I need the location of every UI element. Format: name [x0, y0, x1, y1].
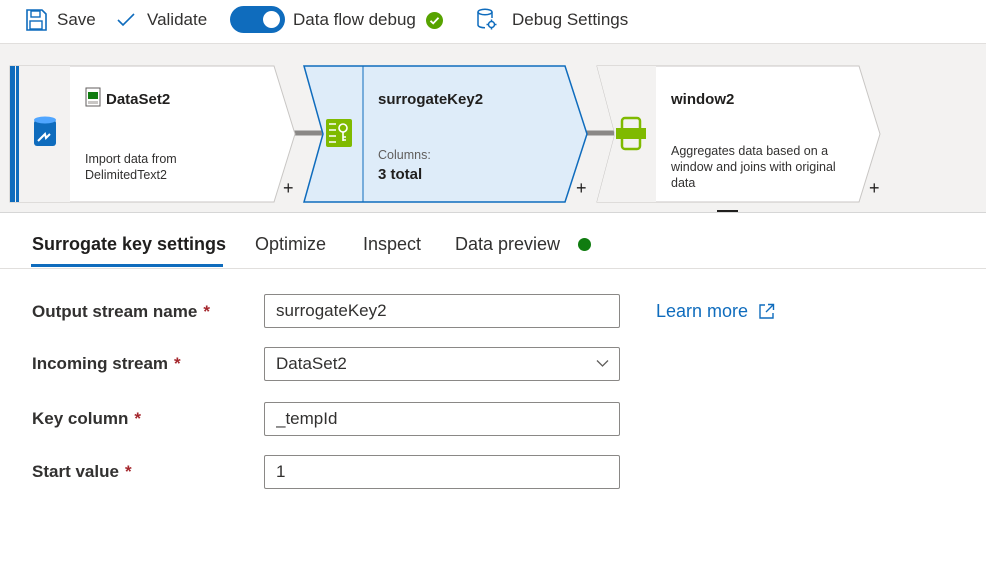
surrogate-key-icon — [326, 119, 352, 147]
add-transform-button[interactable]: + — [283, 179, 294, 197]
key-column-label-text: Key column — [32, 409, 129, 428]
key-column-input[interactable] — [276, 409, 608, 429]
columns-label: Columns: — [378, 148, 431, 162]
data-flow-debug-toggle[interactable] — [230, 6, 285, 33]
window-node-description: Aggregates data based on a — [671, 144, 829, 158]
tab-data-preview[interactable]: Data preview — [455, 234, 560, 255]
source-icon — [34, 116, 56, 146]
validate-label: Validate — [147, 10, 208, 29]
checkmark-icon — [117, 13, 135, 27]
database-settings-icon — [477, 8, 497, 30]
save-label: Save — [57, 10, 96, 29]
window-node-description: window and joins with original — [671, 160, 836, 174]
output-stream-label-text: Output stream name — [32, 302, 198, 321]
dataflow-graph — [9, 65, 881, 212]
incoming-stream-select[interactable]: DataSet2 — [264, 347, 620, 381]
csv-file-icon — [85, 87, 101, 107]
source-node-name: DataSet2 — [106, 91, 171, 108]
start-value-input[interactable] — [276, 462, 608, 482]
output-stream-label: Output stream name * — [32, 302, 210, 322]
output-stream-name-input[interactable] — [276, 301, 608, 321]
active-tab-indicator — [31, 264, 223, 267]
settings-tabs: Surrogate key settings Optimize Inspect … — [0, 214, 986, 269]
data-flow-debug-label-group: Data flow debug — [293, 0, 443, 40]
tab-surrogate-key-settings[interactable]: Surrogate key settings — [32, 234, 226, 255]
key-column-label: Key column * — [32, 409, 141, 429]
validate-button[interactable]: Validate — [116, 0, 207, 40]
add-transform-button[interactable]: + — [576, 179, 587, 197]
save-button[interactable]: Save — [24, 0, 96, 40]
incoming-stream-label-text: Incoming stream — [32, 354, 169, 373]
tab-inspect[interactable]: Inspect — [363, 234, 421, 255]
start-value-label: Start value * — [32, 462, 132, 482]
incoming-stream-value: DataSet2 — [276, 354, 347, 373]
learn-more-link[interactable]: Learn more — [656, 301, 775, 322]
check-circle-icon — [425, 11, 443, 29]
window-node-description: data — [671, 176, 696, 190]
tab-optimize[interactable]: Optimize — [255, 234, 326, 255]
canvas-divider — [0, 212, 986, 213]
add-transform-button[interactable]: + — [869, 179, 880, 197]
debug-settings-button[interactable]: Debug Settings — [476, 0, 628, 40]
save-icon — [26, 9, 47, 31]
source-node-description: Import data from — [85, 152, 177, 166]
required-marker: * — [174, 354, 181, 373]
surrogate-key-node-name: surrogateKey2 — [378, 91, 484, 108]
key-column-field[interactable] — [264, 402, 620, 436]
required-marker: * — [124, 462, 132, 481]
window-node-name: window2 — [671, 91, 735, 108]
toolbar: Save Validate Data flow debug Debug Sett… — [0, 0, 986, 44]
required-marker: * — [203, 302, 210, 321]
columns-count: 3 total — [378, 166, 423, 183]
debug-settings-label: Debug Settings — [512, 10, 629, 29]
learn-more-label: Learn more — [656, 301, 749, 321]
source-node-description: DelimitedText2 — [85, 168, 167, 182]
chevron-down-icon — [596, 360, 609, 367]
data-preview-status-dot — [578, 238, 591, 251]
start-value-label-text: Start value — [32, 462, 119, 481]
external-link-icon — [759, 303, 775, 319]
toggle-knob — [263, 11, 280, 28]
incoming-stream-label: Incoming stream * — [32, 354, 181, 374]
required-marker: * — [134, 409, 141, 428]
start-value-field[interactable] — [264, 455, 620, 489]
data-flow-debug-label: Data flow debug — [293, 10, 416, 29]
output-stream-name-field[interactable] — [264, 294, 620, 328]
